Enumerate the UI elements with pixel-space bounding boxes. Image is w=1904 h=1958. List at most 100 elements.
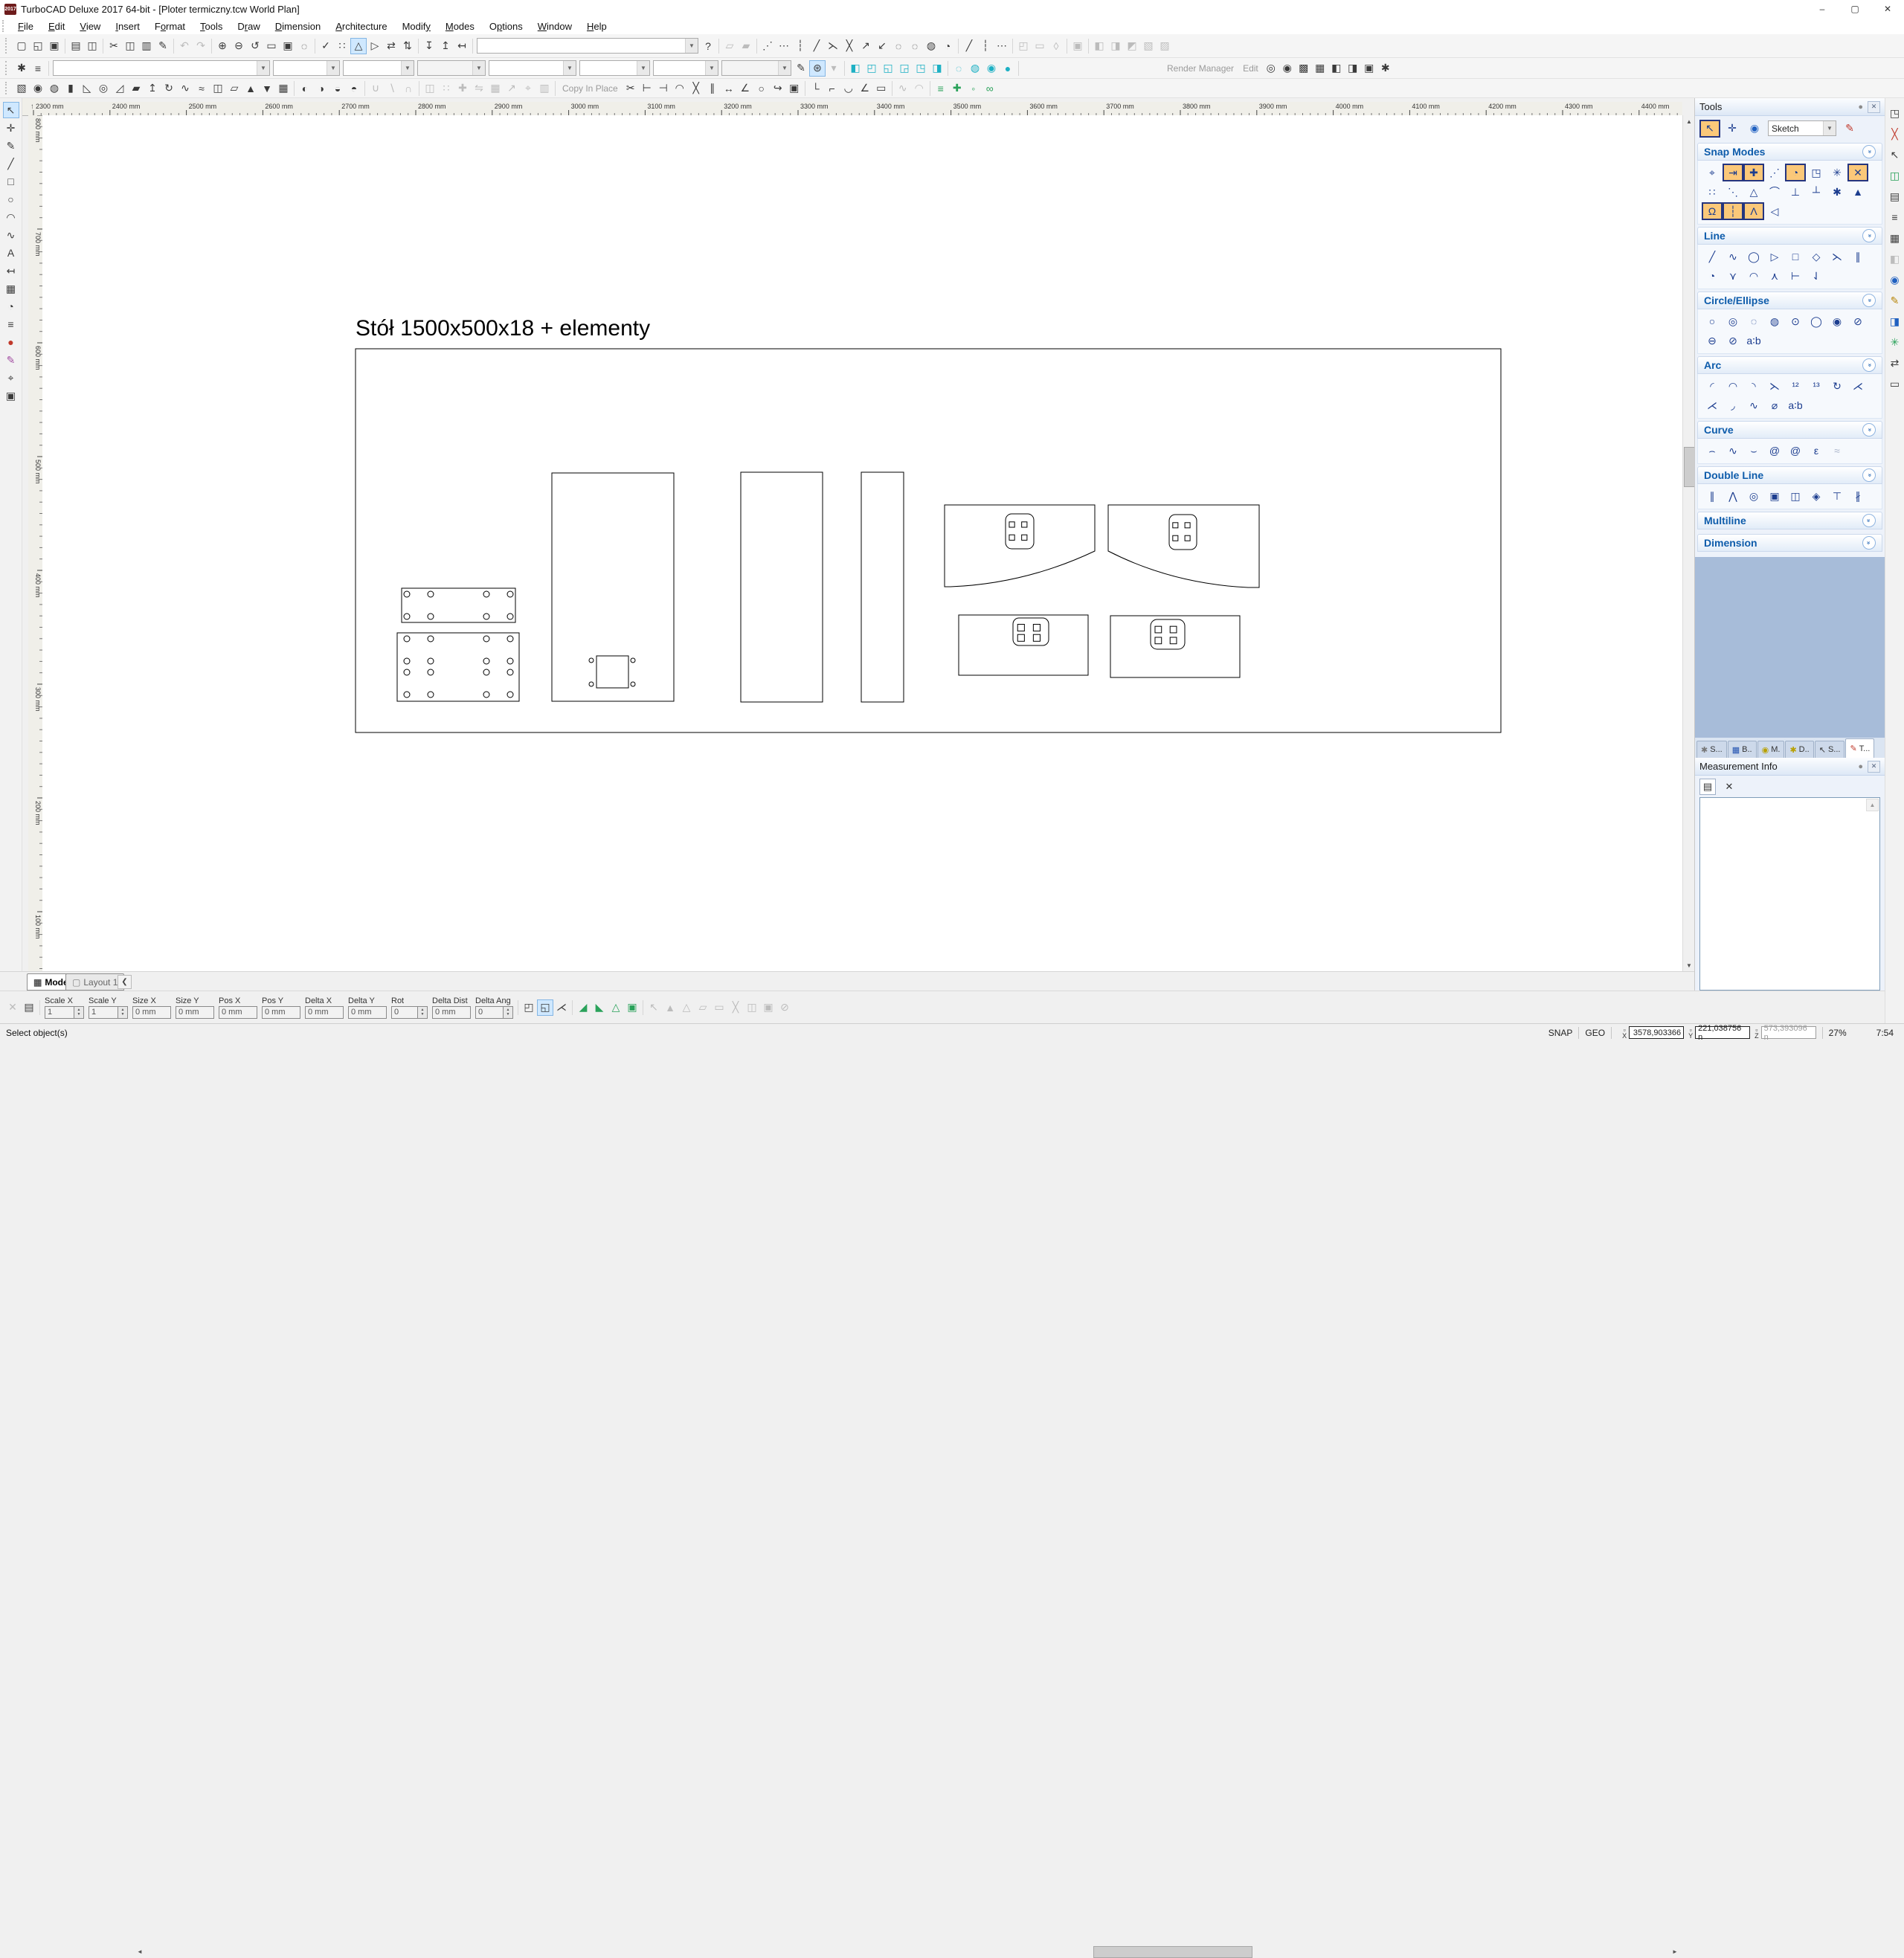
trim-icon[interactable]: ✂ — [623, 80, 639, 97]
coordinate-x-input[interactable]: 3578,903366 — [1629, 1026, 1684, 1039]
copy-green-icon[interactable]: ◫ — [1887, 167, 1903, 184]
drill-hole[interactable] — [483, 658, 489, 664]
axis-line-icon[interactable]: ⊢ — [1785, 267, 1806, 285]
tangent-arc-icon[interactable]: ⋋ — [1764, 377, 1785, 395]
cutout-square[interactable] — [1009, 522, 1014, 527]
two-point-icon[interactable]: ◍ — [1764, 312, 1785, 330]
t-split-icon[interactable]: ⊣ — [655, 80, 672, 97]
cutout-square[interactable] — [1185, 535, 1190, 541]
section-header-double-line[interactable]: Double Line« — [1697, 466, 1882, 484]
scroll-right-arrow[interactable]: ► — [1669, 1945, 1681, 1958]
view-back-icon[interactable]: ◳ — [913, 60, 929, 77]
paste-icon[interactable]: ▥ — [138, 38, 155, 54]
cross-trim-icon[interactable]: ╳ — [688, 80, 704, 97]
horizontal-scroll-thumb[interactable] — [1093, 1946, 1252, 1958]
solid-torus-icon[interactable]: ◎ — [95, 80, 112, 97]
transform-frame-icon[interactable]: ▭ — [1887, 376, 1903, 392]
drill-hole[interactable] — [428, 614, 434, 619]
shrink-box-icon[interactable]: ▣ — [786, 80, 803, 97]
circle-ghost-b-icon[interactable]: ◌ — [907, 38, 923, 54]
pin-icon[interactable]: ● — [1858, 103, 1863, 112]
drill-hole[interactable] — [589, 682, 594, 686]
chevron-down-icon[interactable]: ▼ — [257, 61, 269, 75]
drill-hole[interactable] — [507, 614, 513, 619]
stretch-icon[interactable]: ↔ — [721, 80, 737, 97]
field-value-input[interactable]: 0 mm — [305, 1006, 344, 1019]
section-header-snap-modes[interactable]: Snap Modes« — [1697, 143, 1882, 161]
double-circle-icon[interactable]: ◎ — [1743, 487, 1764, 505]
minimize-button[interactable]: – — [1806, 0, 1839, 18]
branch-line-icon[interactable]: ⋏ — [1764, 267, 1785, 285]
cutout-square[interactable] — [1170, 626, 1177, 633]
red-fill-icon[interactable]: ● — [3, 334, 19, 350]
revolve-icon[interactable]: ↻ — [161, 80, 177, 97]
chevron-down-icon[interactable]: » — [1862, 514, 1876, 527]
cutout-square[interactable] — [1155, 626, 1162, 633]
distribute-line-icon[interactable]: ⇃ — [1806, 267, 1827, 285]
vector-ne-icon[interactable]: ↗ — [858, 38, 874, 54]
dimension-tool-icon[interactable]: ↤ — [3, 263, 19, 279]
copy-paste-icon[interactable]: ▥ — [536, 80, 553, 97]
snap-facet-icon[interactable]: ▲ — [1847, 183, 1868, 201]
snap-vertex-icon[interactable]: ✚ — [1743, 164, 1764, 181]
print-icon[interactable]: ▤ — [68, 38, 84, 54]
tab-scroll-left-button[interactable]: ❮ — [118, 975, 132, 989]
scroll-up-arrow[interactable]: ▲ — [1866, 799, 1879, 811]
snow-green-icon[interactable]: ✳ — [1887, 334, 1903, 350]
arc-123-icon[interactable]: ¹² — [1785, 377, 1806, 395]
zoom-window-icon[interactable]: ▭ — [263, 38, 280, 54]
scroll-down-arrow[interactable]: ▼ — [1683, 959, 1695, 971]
drill-hole[interactable] — [483, 614, 489, 619]
drill-hole[interactable] — [404, 669, 410, 675]
prop-info-icon[interactable]: ◰ — [521, 999, 537, 1016]
chevron-down-icon[interactable]: ▼ — [705, 61, 718, 75]
insert-block-icon[interactable]: ↧ — [421, 38, 437, 54]
tangent-to-circle-icon[interactable]: ◔ — [1702, 267, 1723, 285]
group-edit-icon[interactable]: ▣ — [1070, 38, 1086, 54]
camera-view-icon[interactable]: ◨ — [1345, 60, 1361, 77]
bracket-right[interactable] — [1108, 505, 1259, 587]
block-make-icon[interactable]: ◧ — [1091, 38, 1107, 54]
palette-close-icon[interactable]: ✕ — [1868, 101, 1880, 113]
rotated-arc-icon[interactable]: ↻ — [1827, 377, 1847, 395]
cutout-slot[interactable] — [1006, 514, 1034, 549]
snap-tangent-icon[interactable]: ⌒ — [1764, 183, 1785, 201]
zoom-extents-icon[interactable]: ▣ — [280, 38, 296, 54]
menu-modify[interactable]: Modify — [395, 19, 438, 33]
pointer-snap-icon[interactable]: ↖ — [1887, 146, 1903, 163]
style-drop-icon[interactable]: ▾ — [826, 60, 842, 77]
gray-1-icon[interactable]: ↖ — [646, 999, 662, 1016]
no-snap-icon[interactable]: ✕ — [1847, 164, 1868, 181]
drill-hole[interactable] — [631, 682, 635, 686]
panel-a-square[interactable] — [596, 656, 628, 688]
menu-help[interactable]: Help — [579, 19, 614, 33]
drill-hole[interactable] — [507, 658, 513, 664]
workplane-swap-icon[interactable]: ⇄ — [383, 38, 399, 54]
cutout-square[interactable] — [1173, 535, 1178, 541]
angle-corner-icon[interactable]: ∠ — [857, 80, 873, 97]
copy-pick-icon[interactable]: ⌖ — [520, 80, 536, 97]
drill-hole[interactable] — [428, 591, 434, 597]
fill-a-icon[interactable]: ◢ — [575, 999, 591, 1016]
toolbar-combobox[interactable]: ▼ — [53, 60, 270, 76]
prop-select-icon[interactable]: ◱ — [537, 999, 553, 1016]
snap-angle-icon[interactable]: ⋋ — [825, 38, 841, 54]
table-grid-icon[interactable]: ▦ — [1887, 230, 1903, 246]
text-tool-icon[interactable]: A — [3, 245, 19, 261]
drill-hole[interactable] — [428, 658, 434, 664]
bool-union-icon[interactable]: ∪ — [367, 80, 384, 97]
spinner-control[interactable]: ▲▼ — [118, 1006, 128, 1019]
field-value-input[interactable]: 0 mm — [348, 1006, 387, 1019]
spline-icon[interactable]: ∿ — [1723, 442, 1743, 460]
compass-tool-icon[interactable]: ◔ — [3, 298, 19, 315]
ratio-arc-icon[interactable]: a∶b — [1785, 396, 1806, 414]
menu-dimension[interactable]: Dimension — [268, 19, 328, 33]
solid-prism-icon[interactable]: ▰ — [128, 80, 144, 97]
image-attach-icon[interactable]: ▧ — [1140, 38, 1157, 54]
zoom-previous-icon[interactable]: ↺ — [247, 38, 263, 54]
line-tool-icon[interactable]: ╱ — [3, 155, 19, 172]
rotated-ellipse-icon[interactable]: ⊘ — [1723, 332, 1743, 350]
palette-tab-m[interactable]: ◉M. — [1757, 741, 1785, 758]
drill-hole[interactable] — [404, 658, 410, 664]
gray-3-icon[interactable]: △ — [678, 999, 695, 1016]
